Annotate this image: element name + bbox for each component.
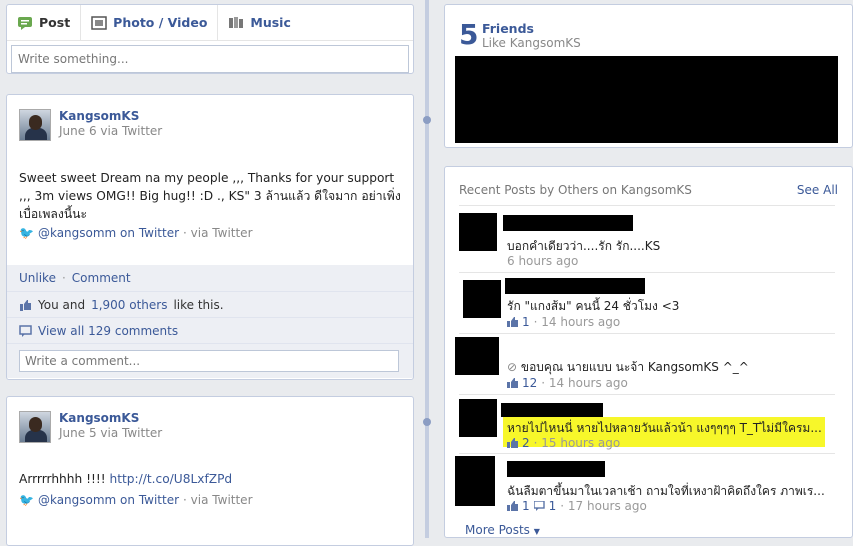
recent-post-text[interactable]: ⊘ ขอบคุณ นายแบบ นะจ้า KangsomKS ^_^ [507,358,749,377]
twitter-bird-icon: 🐦 [19,226,34,240]
photo-icon [91,15,107,30]
view-all-comments-link[interactable]: View all 129 comments [38,324,178,338]
tab-music-label: Music [250,15,291,30]
twitter-bird-icon: 🐦 [19,493,34,507]
recent-post-time[interactable]: · 14 hours ago [541,376,628,390]
status-icon [18,16,32,30]
timeline-post: KangsomKS June 6 via Twitter Sweet sweet… [6,94,414,380]
avatar[interactable] [19,109,51,141]
post-author[interactable]: KangsomKS [59,411,162,426]
twitter-handle-link[interactable]: @kangsomm on Twitter [38,226,179,240]
recent-post-time[interactable]: · 15 hours ago [534,436,621,450]
twitter-attribution: 🐦 @kangsomm on Twitter · via Twitter [19,493,253,507]
redacted-avatar [455,337,499,375]
friends-box: 5 Friends Like KangsomKS [444,4,853,148]
thumbs-up-icon [507,501,518,511]
via-twitter: · via Twitter [183,226,253,240]
post-text: Sweet sweet Dream na my people ,,, Thank… [19,171,401,221]
comment-link[interactable]: Comment [72,271,131,285]
avatar[interactable] [19,411,51,443]
recent-post-comments[interactable]: 1 [549,499,557,513]
divider [459,394,835,395]
more-posts-label: More Posts [465,523,530,537]
status-input[interactable]: Write something... [11,45,409,73]
comment-icon [533,501,545,511]
tab-post-label: Post [39,15,71,30]
post-author[interactable]: KangsomKS [59,109,162,124]
unlike-link[interactable]: Unlike [19,271,56,285]
post-text: Arrrrrhhhh !!!! http://t.co/U8LxfZPd [19,470,404,488]
post-actions: Unlike · Comment You and 1,900 others li… [7,265,413,378]
divider [459,205,835,206]
recent-post-time[interactable]: 6 hours ago [507,254,578,268]
post-meta: June 5 via Twitter [59,426,163,440]
post-meta: June 6 via Twitter [59,124,163,138]
divider [459,453,835,454]
tab-music[interactable]: Music [218,5,300,40]
attachment-icon: ⊘ [507,360,518,374]
more-posts-link[interactable]: More Posts ▼ [465,523,540,537]
thumbs-up-icon [507,438,518,448]
divider [459,272,835,273]
recent-post-meta: 12 · 14 hours ago [507,376,628,390]
post-url-link[interactable]: http://t.co/U8LxfZPd [110,472,233,486]
view-comments-row: View all 129 comments [7,317,413,343]
chevron-down-icon: ▼ [533,527,540,536]
recent-post-meta: 2 · 15 hours ago [507,436,620,450]
redacted-name [503,215,633,231]
comment-icon [19,324,32,337]
redacted-avatar [463,280,501,318]
friends-count[interactable]: 5 [459,18,478,51]
separator-dot: · [61,271,66,285]
likes-others-link[interactable]: 1,900 others [91,298,167,312]
recent-post-meta: 1 1 · 17 hours ago [507,499,647,513]
recent-post-time[interactable]: · 17 hours ago [560,499,647,513]
twitter-handle-link[interactable]: @kangsomm on Twitter [38,493,179,507]
friends-sub: Like KangsomKS [482,36,581,50]
twitter-attribution: 🐦 @kangsomm on Twitter · via Twitter [19,226,253,240]
thumbs-up-icon [507,317,518,327]
recent-post-likes[interactable]: 1 [522,315,530,329]
via-twitter: · via Twitter [183,493,253,507]
timeline-dot [423,116,431,124]
post-text-prefix: Arrrrrhhhh !!!! [19,472,110,486]
timeline-dot [423,418,431,426]
recent-post-likes[interactable]: 12 [522,376,537,390]
recent-posts-box: Recent Posts by Others on KangsomKS See … [444,166,853,538]
likes-row: You and 1,900 others like this. [7,291,413,317]
tab-photo-video-label: Photo / Video [113,15,208,30]
divider [459,333,835,334]
likes-suffix: like this. [173,297,224,312]
tab-photo-video[interactable]: Photo / Video [81,5,219,40]
recent-post-likes[interactable]: 1 [522,499,530,513]
composer-tabs: Post Photo / Video Music [7,5,413,41]
redacted-avatar [455,456,495,506]
timeline-spine [425,0,429,538]
timeline-post: KangsomKS June 5 via Twitter Arrrrrhhhh … [6,396,414,546]
see-all-link[interactable]: See All [797,183,838,197]
comment-input[interactable]: Write a comment... [19,350,399,372]
recent-post-time[interactable]: · 14 hours ago [534,315,621,329]
recent-post-text-body: ขอบคุณ นายแบบ นะจ้า KangsomKS ^_^ [520,360,749,374]
recent-posts-title: Recent Posts by Others on KangsomKS [459,183,692,197]
redacted-friends-photos [455,56,838,143]
recent-post-meta: 1 · 14 hours ago [507,315,620,329]
recent-post-meta: 6 hours ago [507,254,578,268]
redacted-avatar [459,399,497,437]
redacted-avatar [459,213,497,251]
recent-post-likes[interactable]: 2 [522,436,530,450]
recent-post-text[interactable]: รัก "แกงส้ม" คนนี้ 24 ชั่วโมง <3 [507,297,679,316]
thumbs-up-icon [507,378,518,388]
redacted-name [505,278,645,294]
likes-prefix: You and [38,297,86,312]
music-icon [229,16,244,28]
redacted-name [501,403,603,417]
composer: Post Photo / Video Music Write something… [6,4,414,74]
friends-label[interactable]: Friends [482,21,534,36]
thumbs-up-icon [20,299,31,311]
tab-post[interactable]: Post [7,5,82,40]
redacted-name [507,461,605,477]
